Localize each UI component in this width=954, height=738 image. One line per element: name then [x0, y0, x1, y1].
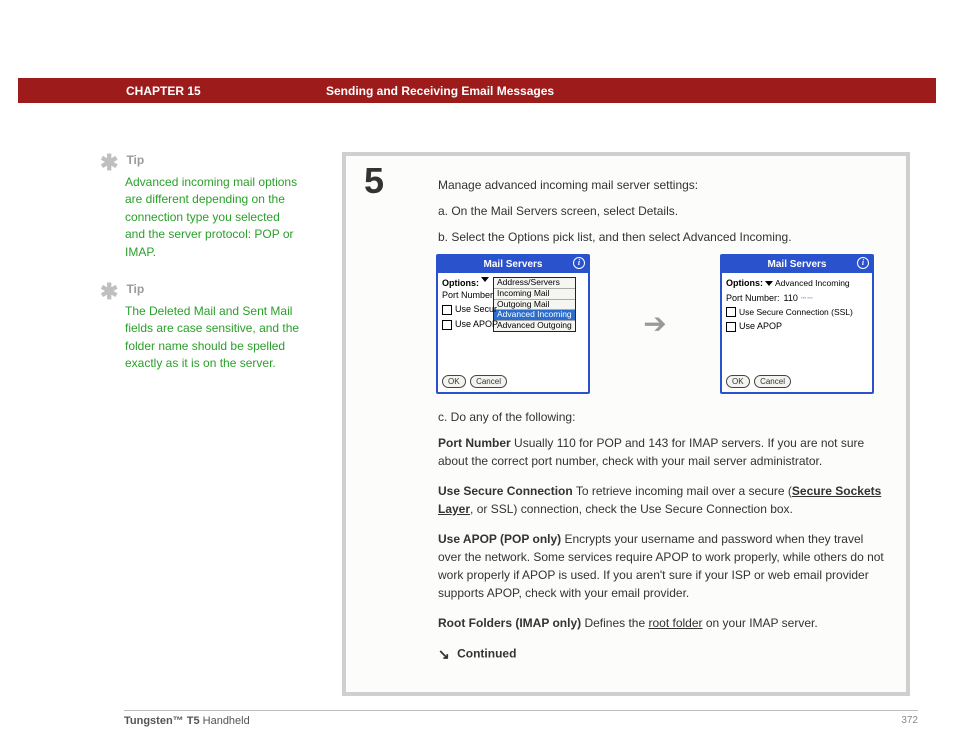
dropdown-item[interactable]: Incoming Mail — [494, 289, 575, 300]
desc-secure-text2: , or SSL) connection, check the Use Secu… — [470, 502, 793, 516]
desc-root: Root Folders (IMAP only) Defines the roo… — [438, 614, 888, 632]
arrow-right-icon: ➔ — [590, 303, 720, 345]
cancel-button[interactable]: Cancel — [470, 375, 507, 388]
ok-button[interactable]: OK — [726, 375, 750, 388]
product-bold: Tungsten™ T5 — [124, 715, 200, 727]
apop-label: Use APOP — [455, 318, 498, 332]
desc-root-text1: Defines the — [581, 616, 648, 630]
desc-secure-label: Use Secure Connection — [438, 484, 573, 498]
mail-servers-screen-dropdown: Mail Servers i Options: Address/Servers … — [436, 254, 590, 394]
tip-label: Tip — [126, 152, 144, 169]
asterisk-icon: ✱ — [100, 152, 118, 174]
desc-port: Port Number Usually 110 for POP and 143 … — [438, 434, 888, 470]
secure-label: Use Secure Connection (SSL) — [739, 306, 853, 319]
desc-root-label: Root Folders (IMAP only) — [438, 616, 581, 630]
options-dropdown[interactable]: Address/Servers Incoming Mail Outgoing M… — [493, 277, 576, 332]
desc-secure: Use Secure Connection To retrieve incomi… — [438, 482, 888, 518]
options-value[interactable]: Advanced Incoming — [775, 277, 850, 290]
product-name: Tungsten™ T5 Handheld — [124, 715, 250, 727]
options-label: Options: — [726, 277, 763, 291]
asterisk-icon: ✱ — [100, 281, 118, 303]
step-b: b. Select the Options pick list, and the… — [438, 228, 888, 246]
checkbox[interactable] — [726, 307, 736, 317]
apop-label: Use APOP — [739, 320, 782, 334]
tip-text: Advanced incoming mail options are diffe… — [125, 174, 300, 261]
tip-block: ✱ Tip The Deleted Mail and Sent Mail fie… — [100, 281, 300, 373]
port-label: Port Number — [442, 289, 493, 303]
port-label: Port Number: — [726, 292, 780, 306]
chapter-header: CHAPTER 15 Sending and Receiving Email M… — [18, 78, 936, 103]
step-number-box: 5 — [354, 160, 434, 202]
product-rest: Handheld — [200, 715, 250, 727]
mail-servers-screen-advanced: Mail Servers i Options: Advanced Incomin… — [720, 254, 874, 394]
screen-title: Mail Servers i — [438, 256, 588, 273]
desc-apop: Use APOP (POP only) Encrypts your userna… — [438, 530, 888, 602]
step-a: a. On the Mail Servers screen, select De… — [438, 202, 888, 220]
continued-arrow-icon: ↘ — [438, 644, 450, 665]
tip-text: The Deleted Mail and Sent Mail fields ar… — [125, 303, 300, 373]
tip-block: ✱ Tip Advanced incoming mail options are… — [100, 152, 300, 261]
descriptions: Port Number Usually 110 for POP and 143 … — [438, 434, 888, 632]
screen-title: Mail Servers i — [722, 256, 872, 273]
info-icon[interactable]: i — [573, 257, 585, 269]
desc-port-label: Port Number — [438, 436, 511, 450]
screenshots-row: Mail Servers i Options: Address/Servers … — [436, 254, 888, 394]
step-card: 5 Manage advanced incoming mail server s… — [342, 152, 910, 696]
cancel-button[interactable]: Cancel — [754, 375, 791, 388]
port-dots: ┄┄ — [801, 292, 814, 306]
desc-secure-text1: To retrieve incoming mail over a secure … — [573, 484, 792, 498]
continued-row: ↘ Continued — [438, 644, 888, 665]
dropdown-icon[interactable] — [481, 277, 489, 282]
screen-title-text: Mail Servers — [484, 259, 543, 270]
step-content: Manage advanced incoming mail server set… — [438, 176, 888, 665]
dropdown-icon[interactable] — [765, 281, 773, 286]
info-icon[interactable]: i — [857, 257, 869, 269]
page-number: 372 — [901, 715, 918, 727]
desc-apop-label: Use APOP (POP only) — [438, 532, 561, 546]
dropdown-item[interactable]: Advanced Outgoing — [494, 321, 575, 331]
checkbox[interactable] — [726, 322, 736, 332]
step-c: c. Do any of the following: — [438, 408, 888, 426]
secure-label-trunc: Use Secur — [455, 303, 497, 317]
page-footer: Tungsten™ T5 Handheld 372 — [124, 710, 918, 727]
continued-label: Continued — [457, 647, 516, 661]
checkbox[interactable] — [442, 305, 452, 315]
tip-label: Tip — [126, 281, 144, 298]
root-folder-link[interactable]: root folder — [648, 616, 702, 630]
desc-root-text2: on your IMAP server. — [703, 616, 818, 630]
screen-title-text: Mail Servers — [768, 259, 827, 270]
ok-button[interactable]: OK — [442, 375, 466, 388]
step-intro: Manage advanced incoming mail server set… — [438, 176, 888, 194]
checkbox[interactable] — [442, 320, 452, 330]
tips-sidebar: ✱ Tip Advanced incoming mail options are… — [100, 152, 300, 393]
port-value[interactable]: 110 — [784, 292, 798, 306]
chapter-subtitle: Sending and Receiving Email Messages — [326, 84, 554, 98]
chapter-label: CHAPTER 15 — [126, 84, 326, 98]
step-number: 5 — [364, 160, 384, 201]
